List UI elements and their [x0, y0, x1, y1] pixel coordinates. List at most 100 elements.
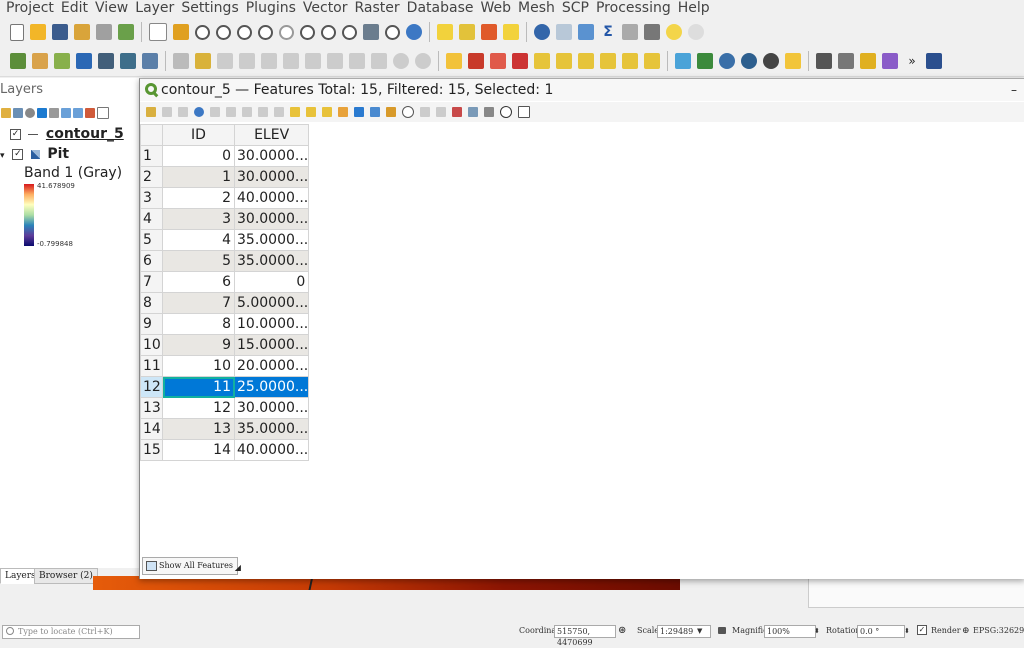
temporal-controller-icon[interactable] [385, 24, 400, 40]
multi-edit-icon[interactable] [162, 107, 172, 117]
copy-icon[interactable] [258, 107, 268, 117]
open-project-icon[interactable] [30, 24, 46, 40]
row-number[interactable]: 8 [140, 292, 163, 314]
cell-id[interactable]: 11 [162, 376, 235, 398]
cell-id[interactable]: 9 [162, 334, 235, 356]
filter-legend-icon[interactable] [37, 108, 47, 118]
cell-elev[interactable]: 30.0000... [233, 145, 310, 167]
attribute-table-icon[interactable] [556, 24, 572, 40]
add-group-icon[interactable] [13, 108, 23, 118]
paste-icon[interactable] [274, 107, 284, 117]
menu-edit[interactable]: Edit [61, 0, 88, 16]
map-tips-icon[interactable] [666, 24, 682, 40]
row-number[interactable]: 7 [140, 271, 163, 293]
cell-id[interactable]: 2 [162, 187, 235, 209]
move-selection-top-icon[interactable] [370, 107, 380, 117]
diagram-edit-icon[interactable] [622, 53, 638, 69]
select-features-icon[interactable] [437, 24, 453, 40]
overflow-chevron-icon[interactable]: » [904, 53, 920, 69]
style-manager-icon[interactable] [118, 24, 134, 40]
cell-id[interactable]: 13 [162, 418, 235, 440]
identify-icon[interactable] [534, 24, 550, 40]
zoom-out-icon[interactable] [216, 24, 231, 40]
expression-select-icon[interactable] [290, 107, 300, 117]
menu-web[interactable]: Web [480, 0, 511, 16]
column-header-elev[interactable]: ELEV [233, 124, 310, 146]
undo-icon[interactable] [393, 53, 409, 69]
cell-elev[interactable]: 30.0000... [233, 397, 310, 419]
cell-id[interactable]: 0 [162, 145, 235, 167]
table-row[interactable]: 3 2 40.0000... [140, 187, 310, 209]
save-as-icon[interactable] [74, 24, 90, 40]
table-row[interactable]: 760 [140, 271, 310, 293]
georeferencer-icon[interactable] [675, 53, 691, 69]
new-project-icon[interactable] [10, 23, 24, 41]
zoom-full-icon[interactable] [258, 24, 273, 40]
row-number[interactable]: 6 [140, 250, 163, 272]
styling-icon[interactable] [1, 108, 11, 118]
select-location-icon[interactable] [503, 24, 519, 40]
menu-plugins[interactable]: Plugins [246, 0, 296, 16]
row-number[interactable]: 12 [140, 376, 163, 398]
save-project-icon[interactable] [52, 24, 68, 40]
delete-feature-icon[interactable] [226, 107, 236, 117]
magnifier-spinner-icon[interactable]: ⬍ [814, 626, 820, 636]
triangle-tool-icon[interactable] [697, 53, 713, 69]
cell-elev[interactable]: 5.00000... [233, 292, 310, 314]
rotation-spinner-icon[interactable]: ⬍ [904, 626, 910, 636]
open-table-icon[interactable] [622, 24, 638, 40]
graph-icon[interactable] [882, 53, 898, 69]
window-icon[interactable] [97, 107, 109, 119]
zoom-to-selected-icon[interactable] [402, 106, 414, 118]
remove-layer-icon[interactable] [85, 108, 95, 118]
modify-attributes-icon[interactable] [283, 53, 299, 69]
cell-elev[interactable]: 10.0000... [233, 313, 310, 335]
cell-elev[interactable]: 35.0000... [233, 229, 310, 251]
row-number[interactable]: 2 [140, 166, 163, 188]
cell-elev[interactable]: 35.0000... [233, 418, 310, 440]
delete-selected-icon[interactable] [305, 53, 321, 69]
column-header-id[interactable]: ID [162, 124, 235, 146]
cell-id[interactable]: 8 [162, 313, 235, 335]
add-feature-icon[interactable] [210, 107, 220, 117]
cell-id[interactable]: 1 [162, 166, 235, 188]
crs-label[interactable]: EPSG:32629 [973, 626, 1024, 636]
add-raster-icon[interactable] [98, 53, 114, 69]
cell-id[interactable]: 12 [162, 397, 235, 419]
cell-elev[interactable]: 30.0000... [233, 208, 310, 230]
filter-select-icon[interactable] [354, 107, 364, 117]
lock-scale-icon[interactable] [718, 627, 726, 634]
zoom-in-icon[interactable] [195, 24, 210, 40]
table-row-selected[interactable]: 12 11 25.0000... [140, 376, 310, 398]
invert-selection-icon[interactable] [322, 107, 332, 117]
table-row[interactable]: 6 5 35.0000... [140, 250, 310, 272]
cell-elev[interactable]: 0 [233, 271, 310, 293]
visibility-icon[interactable] [25, 108, 35, 118]
label-pin-icon[interactable] [468, 53, 484, 69]
refresh-icon[interactable] [406, 24, 422, 40]
plugin-tool-icon[interactable] [816, 53, 832, 69]
menu-project[interactable]: Project [6, 0, 54, 16]
label-history-icon[interactable] [644, 53, 660, 69]
rotation-field[interactable]: 0.0 ° [857, 625, 905, 638]
table-row[interactable]: 9 8 10.0000... [140, 313, 310, 335]
menu-scp[interactable]: SCP [562, 0, 589, 16]
table-row[interactable]: 4 3 30.0000... [140, 208, 310, 230]
add-wms-icon[interactable] [142, 53, 158, 69]
cell-elev[interactable]: 35.0000... [233, 250, 310, 272]
table-row[interactable]: 10 9 15.0000... [140, 334, 310, 356]
pan-hand-icon[interactable] [149, 23, 167, 41]
row-number[interactable]: 5 [140, 229, 163, 251]
paste-features-icon[interactable] [371, 53, 387, 69]
show-all-features-button[interactable]: Show All Features ◢ [142, 557, 241, 575]
scp-preview-icon[interactable] [763, 53, 779, 69]
new-map-view-icon[interactable] [363, 24, 379, 40]
label-move-icon[interactable] [534, 53, 550, 69]
menu-raster[interactable]: Raster [355, 0, 400, 16]
digitize-icon[interactable] [76, 53, 92, 69]
crs-globe-icon[interactable]: ⊕ [962, 626, 970, 636]
label-change-icon[interactable] [578, 53, 594, 69]
table-row[interactable]: 15 14 40.0000... [140, 439, 310, 461]
scp-band-icon[interactable] [719, 53, 735, 69]
magnifier-field[interactable]: 100% [764, 625, 816, 638]
